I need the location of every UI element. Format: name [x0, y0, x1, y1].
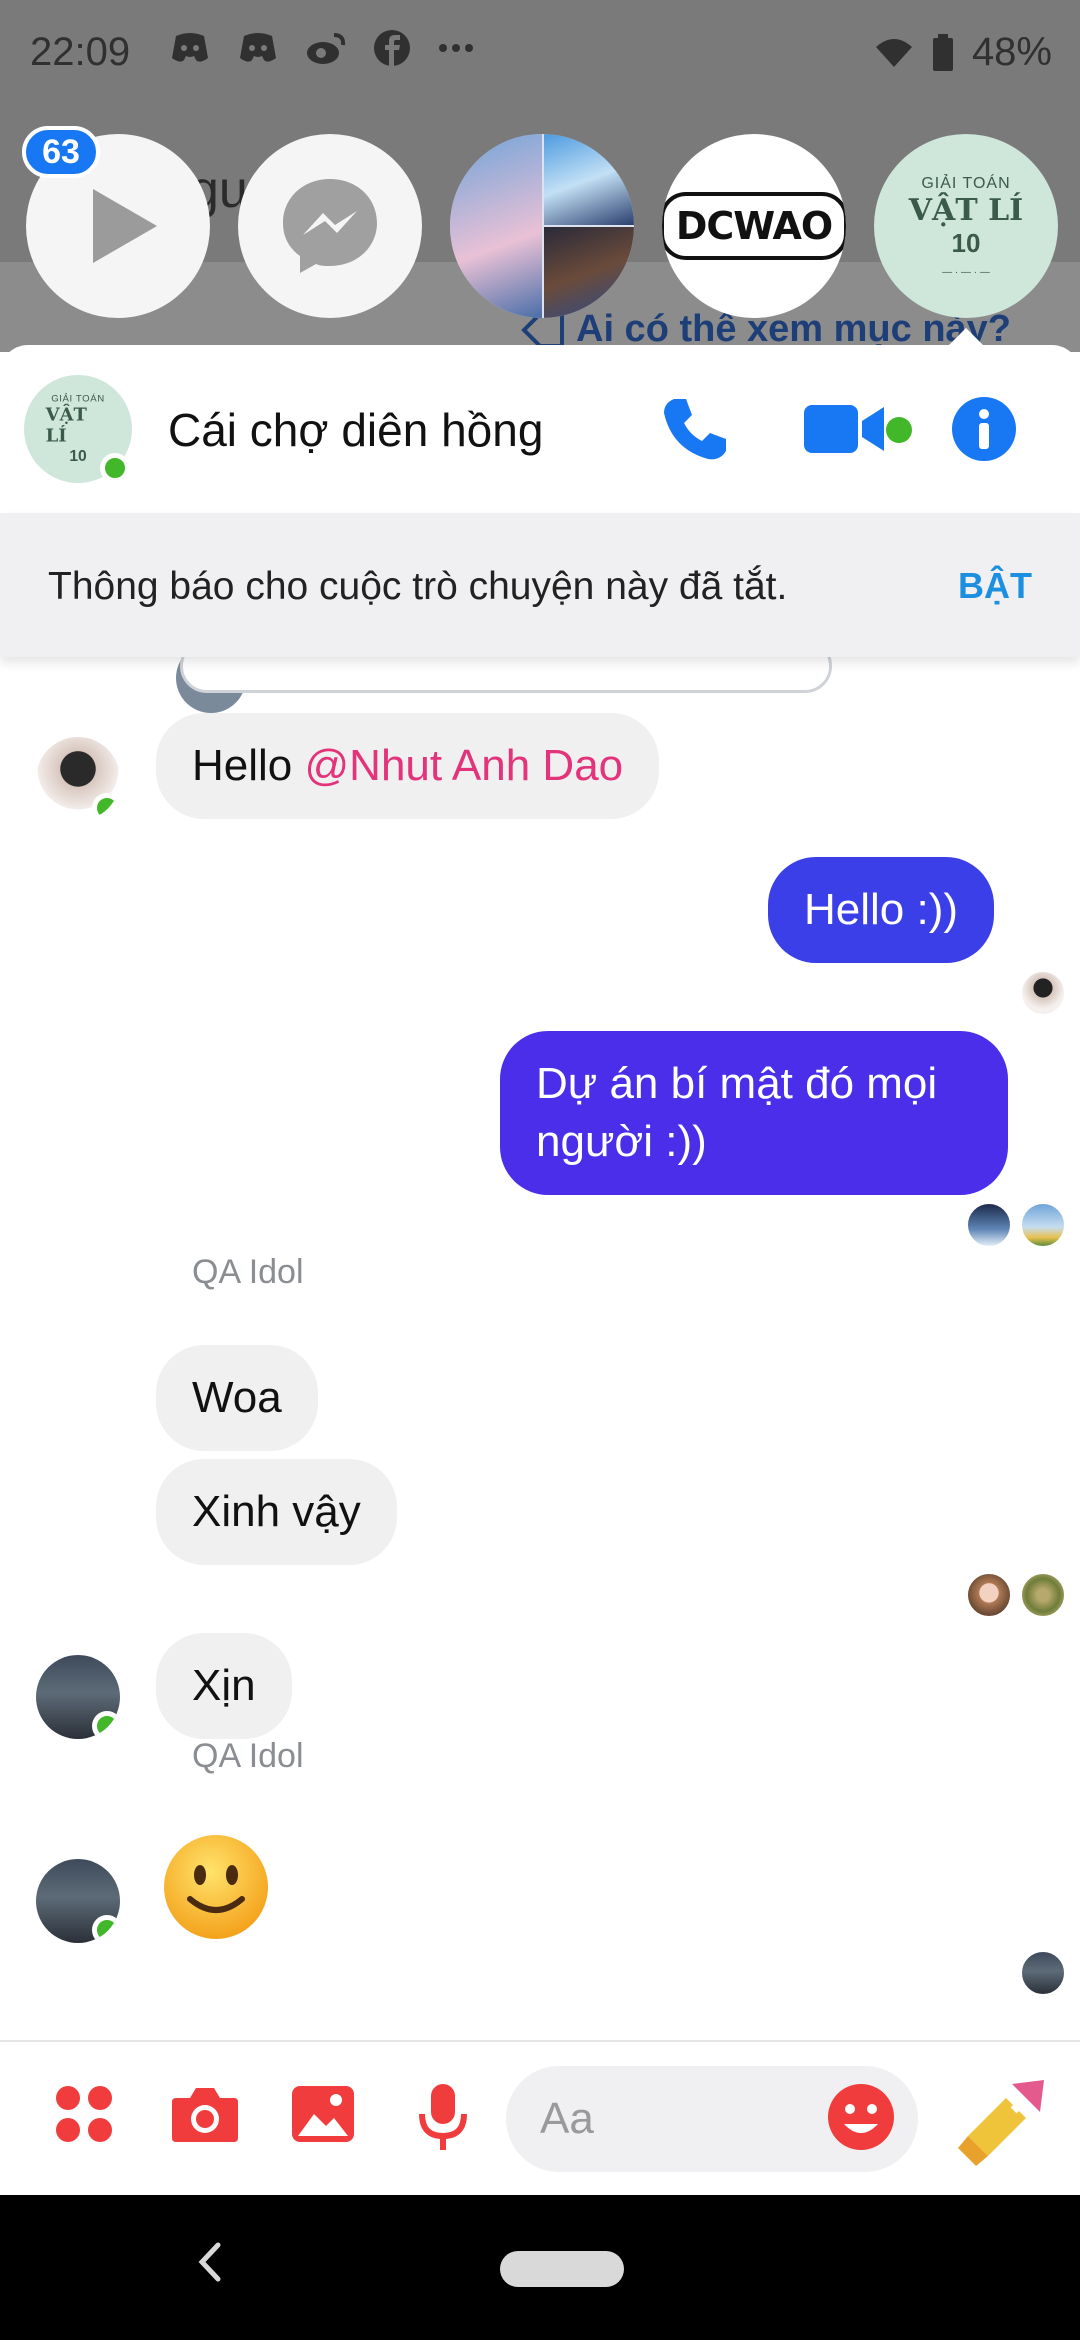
discord-icon — [172, 33, 208, 62]
dcwao-logo: DCWAO — [662, 192, 846, 260]
incoming-message[interactable]: Woa — [156, 1345, 318, 1451]
microphone-icon[interactable] — [418, 2084, 468, 2150]
paint-brush-icon[interactable] — [954, 2076, 1050, 2168]
battery-icon — [932, 33, 953, 71]
sender-avatar[interactable] — [36, 1859, 120, 1943]
weibo-icon — [307, 33, 346, 64]
info-icon[interactable] — [952, 397, 1016, 461]
status-time: 22:09 — [30, 30, 131, 74]
message-text: Hello — [192, 741, 305, 790]
message-text: Hello :)) — [804, 885, 959, 934]
read-receipt-avatar — [966, 1572, 1012, 1618]
video-call-icon[interactable] — [804, 401, 884, 457]
conversation-title[interactable]: Cái chợ diên hồng — [168, 403, 543, 457]
incoming-message[interactable]: Xịn — [156, 1633, 292, 1739]
read-receipt-avatar — [1020, 1202, 1066, 1248]
book-cover-image: GIẢI TOÁN VẬT LÍ 10 — · — · — — [908, 174, 1024, 278]
messenger-icon — [283, 179, 377, 273]
play-icon — [93, 189, 157, 263]
facebook-icon — [374, 30, 410, 66]
group-avatar-collage — [450, 134, 634, 318]
notification-icons — [170, 30, 474, 66]
system-navigation-bar — [0, 2195, 1080, 2340]
muted-notice-text: Thông báo cho cuộc trò chuyện này đã tắt… — [48, 565, 788, 608]
read-receipt-avatar — [1020, 970, 1066, 1016]
sender-name: QA Idol — [192, 1737, 304, 1775]
emoji-picker-icon[interactable] — [826, 2082, 896, 2152]
system-icons: 48% — [874, 30, 1052, 75]
conversation-header: GIẢI TOÁN VẬT LÍ 10 Cái chợ diên hồng — [0, 345, 1080, 513]
message-text-line2: người :)) — [536, 1117, 707, 1166]
mention-link[interactable]: @Nhut Anh Dao — [305, 741, 624, 790]
sender-avatar[interactable] — [36, 1655, 120, 1739]
message-text: Xịn — [192, 1661, 256, 1710]
camera-icon[interactable] — [170, 2084, 240, 2144]
online-indicator — [100, 453, 130, 483]
smiling-face-emoji[interactable] — [162, 1833, 270, 1941]
unmute-button[interactable]: BẬT — [958, 565, 1032, 607]
video-active-dot — [886, 417, 912, 443]
chat-head-messenger[interactable] — [238, 134, 422, 318]
incoming-message[interactable]: Hello @Nhut Anh Dao — [156, 713, 660, 819]
message-input-placeholder: Aa — [540, 2094, 594, 2143]
gallery-icon[interactable] — [290, 2084, 356, 2144]
message-composer: Aa — [0, 2040, 1080, 2195]
chat-head-dcwao[interactable]: DCWAO — [662, 134, 846, 318]
status-bar: 22:09 48% — [0, 0, 1080, 110]
more-notifications-icon — [439, 44, 473, 52]
muted-notice-banner: Thông báo cho cuộc trò chuyện này đã tắt… — [0, 513, 1080, 657]
back-chevron-icon[interactable] — [194, 2239, 224, 2285]
voice-call-icon[interactable] — [660, 395, 730, 465]
home-pill-button[interactable] — [500, 2251, 624, 2287]
more-actions-icon[interactable] — [54, 2084, 114, 2144]
sender-name: QA Idol — [192, 1253, 304, 1291]
wifi-icon — [875, 38, 912, 67]
chat-head-active-group[interactable]: GIẢI TOÁN VẬT LÍ 10 — · — · — — [874, 134, 1058, 318]
outgoing-message[interactable]: Dự án bí mật đó mọi người :)) — [500, 1031, 1008, 1195]
read-receipt-avatar — [966, 1202, 1012, 1248]
outgoing-message[interactable]: Hello :)) — [768, 857, 995, 963]
active-head-pointer — [948, 328, 984, 346]
message-text-line1: Dự án bí mật đó mọi — [536, 1059, 938, 1108]
battery-percent: 48% — [971, 30, 1052, 74]
sender-avatar[interactable] — [36, 737, 120, 821]
incoming-message[interactable]: Xinh vậy — [156, 1459, 397, 1565]
conversation-panel: GIẢI TOÁN VẬT LÍ 10 Cái chợ diên hồng Th… — [0, 345, 1080, 2195]
chat-head-group-anime[interactable] — [450, 134, 634, 318]
read-receipt-avatar — [1020, 1572, 1066, 1618]
unread-count-badge: 63 — [22, 126, 100, 178]
read-receipt-avatar — [1020, 1950, 1066, 1996]
message-text: Xinh vậy — [192, 1487, 361, 1536]
message-text: Woa — [192, 1373, 282, 1422]
discord-icon-2 — [240, 33, 276, 62]
